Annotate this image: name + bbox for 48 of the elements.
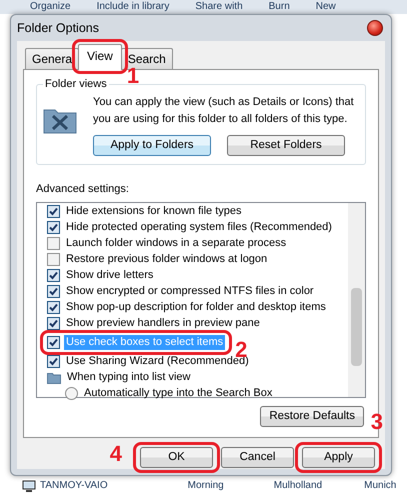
thumbnail-label[interactable]: Mulholland [274,478,322,493]
computer-name[interactable]: TANMOY-VAIO [40,478,108,493]
toolbar-item[interactable]: Organize [30,0,71,14]
description-text: You can apply the view (such as Details or Icons) that you are using for this folder to all folders of this type. [93,95,355,126]
checkbox[interactable] [47,355,60,368]
setting-item[interactable]: Automatically type into the Search Box [82,386,274,401]
toolbar-item[interactable]: Burn [268,0,290,14]
checkbox[interactable] [47,285,60,298]
checkbox[interactable] [47,336,60,349]
checkbox[interactable] [47,301,60,314]
setting-item[interactable]: Hide extensions for known file types [64,204,244,219]
checkbox[interactable] [47,205,60,218]
thumbnail-label[interactable]: Munich [364,478,396,493]
computer-icon [22,480,36,492]
toolbar-item[interactable]: Include in library [96,0,170,14]
tab[interactable]: View [78,44,122,70]
checkbox[interactable] [47,237,60,250]
apply-to-folders-button[interactable]: Apply to Folders [93,135,211,156]
setting-item[interactable]: When typing into list view [65,370,192,385]
tab[interactable]: Search [120,48,173,69]
annotation-number: 4 [110,442,122,464]
annotation-number: 3 [370,410,383,432]
setting-item[interactable]: Show pop-up description for folder and desktop items [64,300,328,315]
toolbar-item[interactable]: New [316,0,336,14]
cancel-button[interactable]: Cancel [221,446,294,468]
apply-button[interactable]: Apply [302,446,375,468]
checkbox[interactable] [47,253,60,266]
close-button[interactable] [367,20,383,36]
setting-item[interactable]: Show drive letters [64,268,156,283]
restore-defaults-button[interactable]: Restore Defaults [260,406,364,426]
thumbnail-label[interactable]: Morning [188,478,224,493]
section-label: Advanced settings: [36,182,130,197]
setting-item[interactable]: Launch folder windows in a separate process [64,236,288,251]
scrollbar[interactable] [348,202,365,396]
reset-folders-button[interactable]: Reset Folders [227,135,345,156]
setting-item[interactable]: Hide protected operating system files (Recommended) [64,220,334,235]
toolbar-item[interactable]: Share with [195,0,243,14]
window-title: Folder Options [17,20,99,37]
setting-item[interactable]: Restore previous folder windows at logon [64,252,270,267]
checkbox[interactable] [47,221,60,234]
setting-item[interactable]: Show encrypted or compressed NTFS files in color [64,284,316,299]
folder-icon [47,372,61,384]
setting-item[interactable]: Show preview handlers in preview pane [64,316,262,331]
radio-button[interactable] [65,387,78,400]
checkbox[interactable] [47,317,60,330]
checkbox[interactable] [47,269,60,282]
ok-button[interactable]: OK [140,446,213,468]
tab[interactable]: Genera [25,48,80,69]
